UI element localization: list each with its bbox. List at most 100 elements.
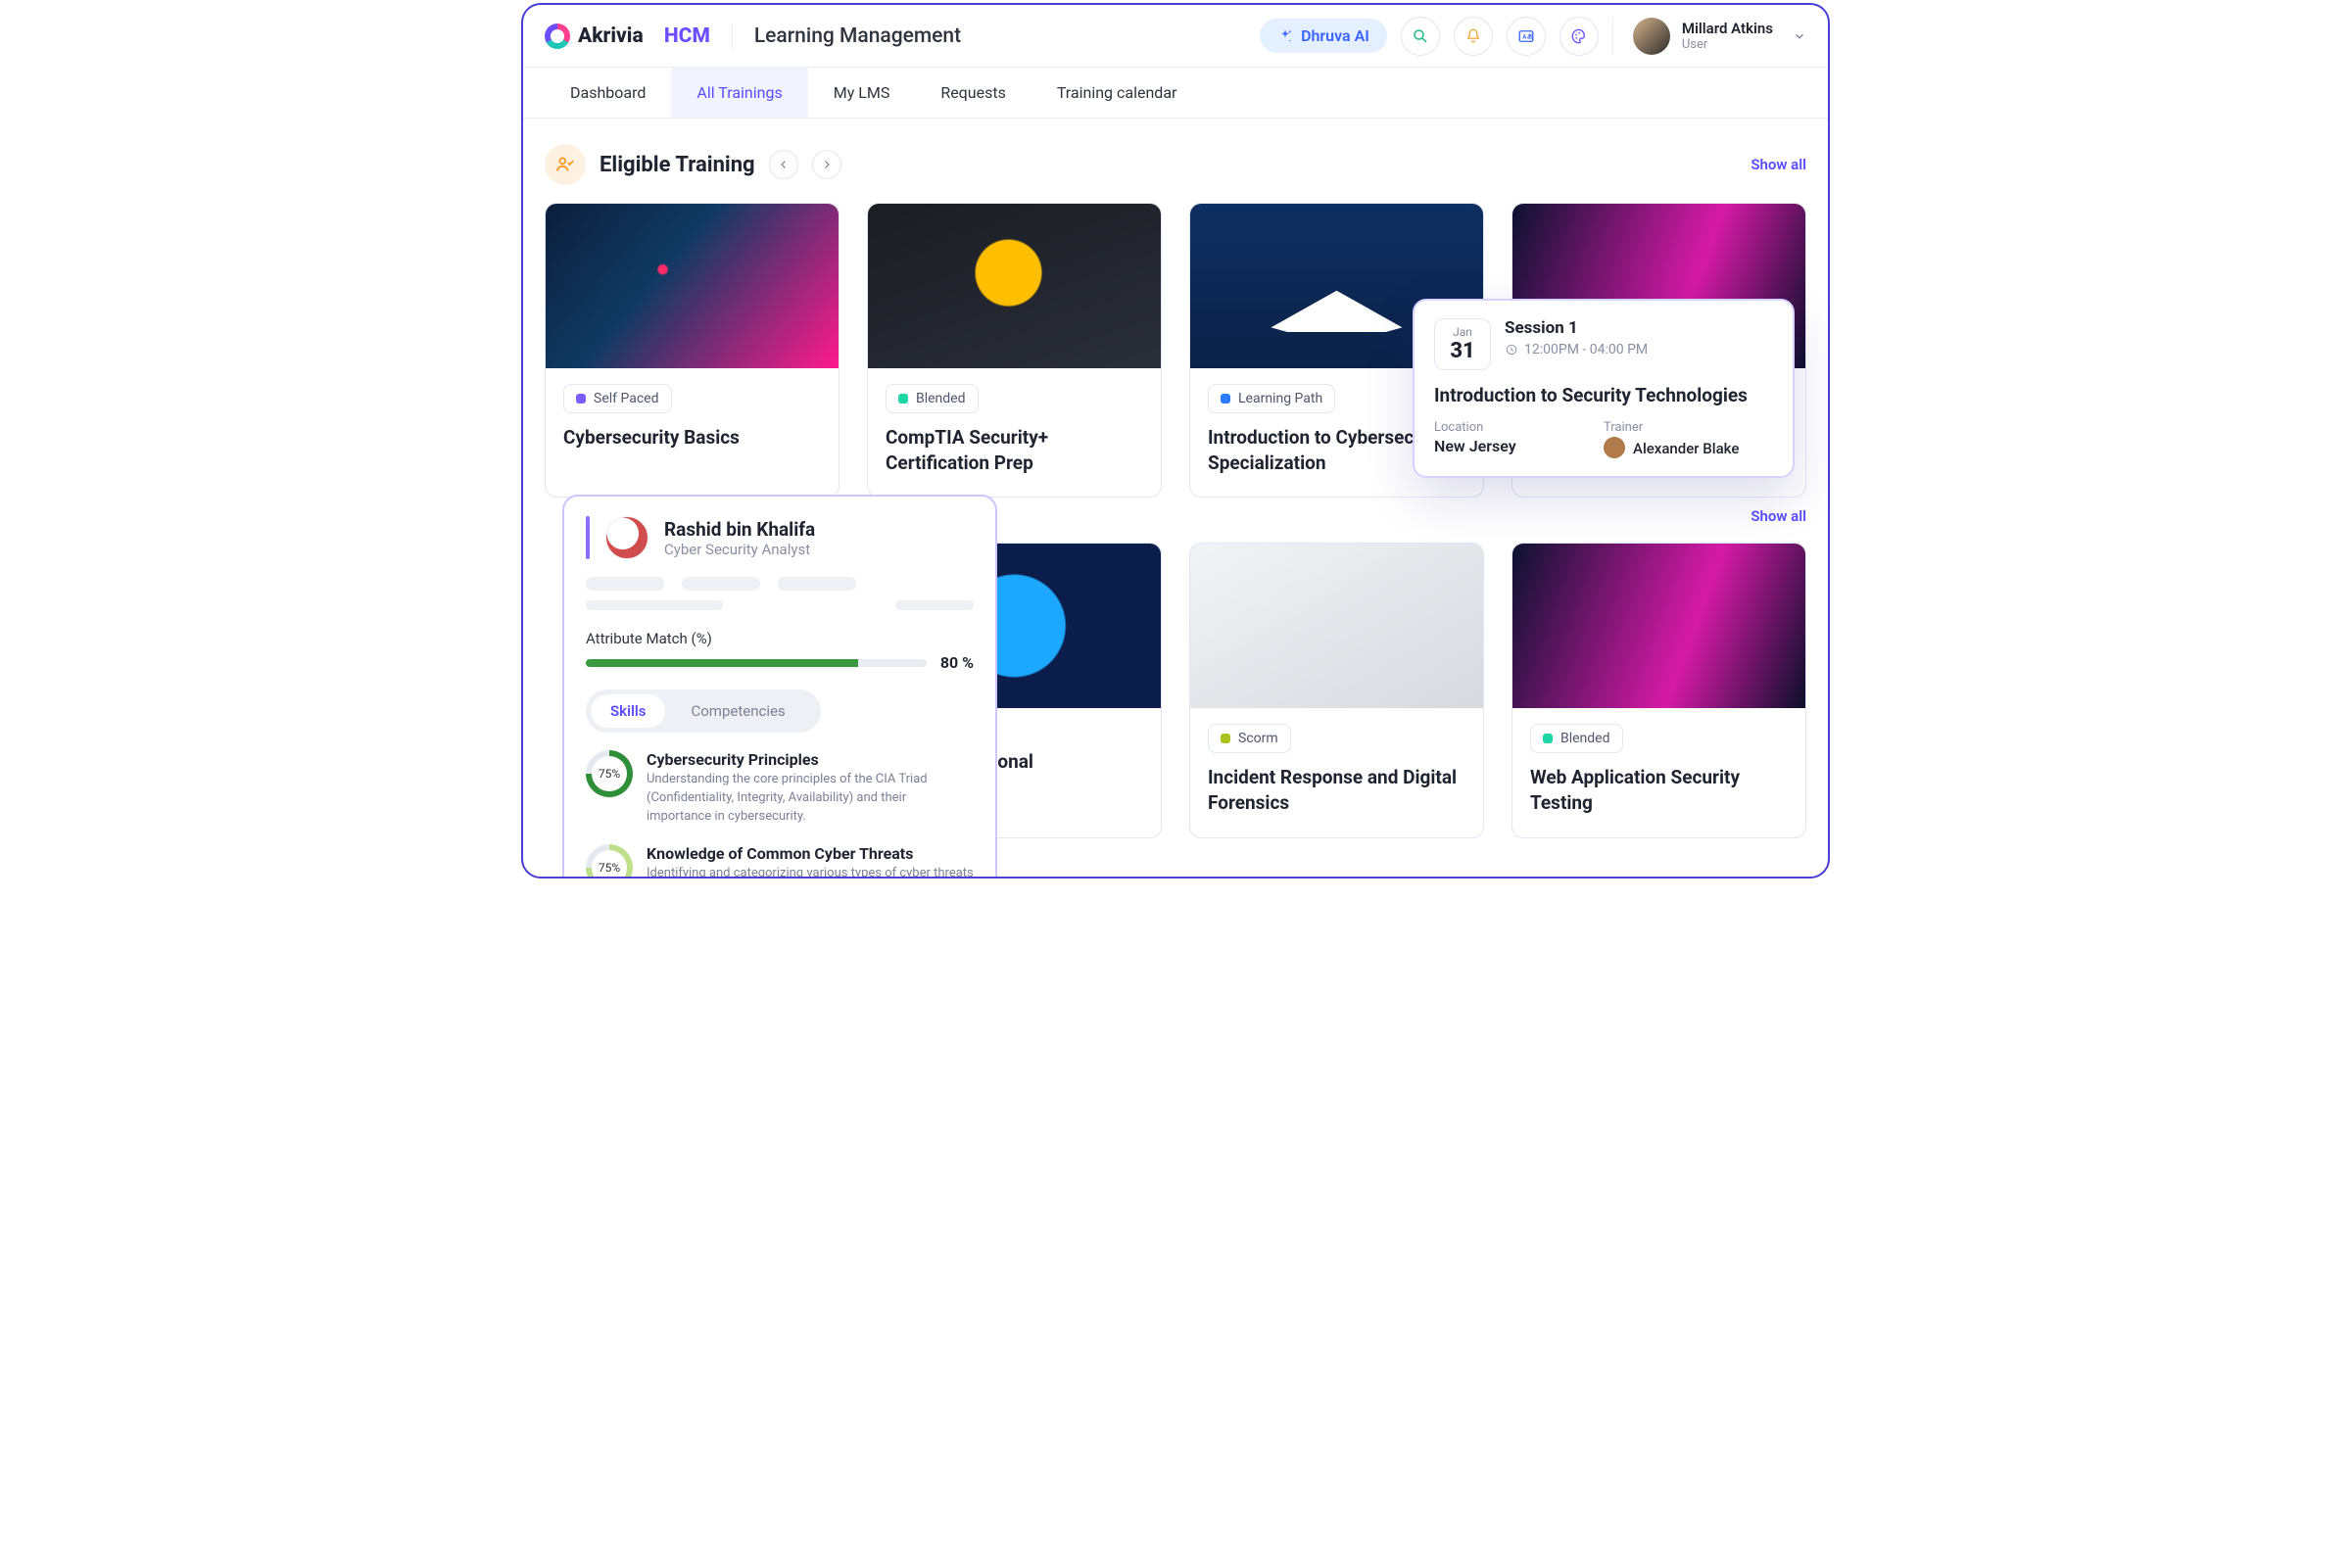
user-menu[interactable]: Millard Atkins User [1612,18,1806,55]
card-title: Incident Response and Digital Forensics [1208,765,1465,815]
dot-icon [1221,394,1230,404]
dot-icon [1221,734,1230,743]
chevron-down-icon [1793,29,1806,43]
notifications-button[interactable] [1454,17,1493,56]
card-title: CompTIA Security+ Certification Prep [886,425,1143,475]
tab-training-calendar[interactable]: Training calendar [1032,68,1203,118]
brand-text-2: HCM [664,24,710,48]
session-time: 12:00PM - 04:00 PM [1505,342,1648,357]
brand-text-1: Akrivia [578,24,644,48]
tab-requests[interactable]: Requests [915,68,1032,118]
training-card[interactable]: Blended CompTIA Security+ Certification … [867,203,1162,498]
card-thumbnail [1512,544,1805,708]
badge-label: Blended [1560,731,1610,746]
card-thumbnail [546,204,839,368]
skill-description: Understanding the core principles of the… [647,771,974,827]
translate-button[interactable]: Aあ [1507,17,1546,56]
training-card[interactable]: Scorm Incident Response and Digital Fore… [1189,543,1484,837]
user-check-icon [545,144,586,185]
location-label: Location [1434,420,1604,435]
training-card[interactable]: Self Paced Cybersecurity Basics [545,203,840,498]
show-all-link[interactable]: Show all [1751,507,1806,525]
segment-skills[interactable]: Skills [591,694,665,728]
skill-percent: 75% [592,756,627,791]
skill-progress-ring: 75% [586,844,633,879]
session-popover: Jan 31 Session 1 12:00PM - 04:00 PM Intr… [1413,299,1795,478]
profile-name: Rashid bin Khalifa [664,518,815,541]
type-badge: Self Paced [563,384,672,413]
card-thumbnail [1190,544,1483,708]
tab-all-trainings[interactable]: All Trainings [671,68,807,118]
skill-item: 75% Knowledge of Common Cyber Threats Id… [586,844,974,879]
location-value: New Jersey [1434,437,1604,455]
show-all-link[interactable]: Show all [1751,156,1806,173]
session-title: Introduction to Security Technologies [1434,384,1773,406]
carousel-next[interactable] [812,150,841,179]
badge-label: Scorm [1238,731,1278,746]
user-role: User [1682,37,1773,52]
logo-icon [545,24,570,49]
profile-role: Cyber Security Analyst [664,541,815,558]
bell-icon [1464,27,1482,45]
chevron-right-icon [821,159,833,170]
date-day: 31 [1435,339,1490,363]
topbar: Akrivia HCM Learning Management Dhruva A… [523,5,1828,68]
page-title: Learning Management [754,24,961,48]
eligible-training-header: Eligible Training Show all [523,119,1828,203]
skills-competencies-segment: Skills Competencies [586,689,821,733]
tab-dashboard[interactable]: Dashboard [545,68,671,118]
chevron-left-icon [778,159,790,170]
type-badge: Blended [1530,724,1623,753]
attribute-percent: 80 % [940,653,974,672]
theme-button[interactable] [1559,17,1599,56]
trainer-label: Trainer [1604,420,1773,435]
profile-popover: Rashid bin Khalifa Cyber Security Analys… [562,495,997,879]
ai-label: Dhruva AI [1301,26,1369,45]
segment-competencies[interactable]: Competencies [671,694,804,728]
user-name: Millard Atkins [1682,20,1773,37]
card-title: Web Application Security Testing [1530,765,1788,815]
lms-tabs: Dashboard All Trainings My LMS Requests … [523,68,1828,119]
card-title: Cybersecurity Basics [563,425,821,451]
badge-label: Learning Path [1238,391,1322,406]
dot-icon [1543,734,1553,743]
badge-label: Self Paced [594,391,659,406]
skill-title: Knowledge of Common Cyber Threats [647,844,974,863]
carousel-prev[interactable] [769,150,798,179]
dot-icon [898,394,908,404]
avatar [1633,18,1670,55]
palette-icon [1570,27,1588,45]
card-thumbnail [868,204,1161,368]
skill-title: Cybersecurity Principles [647,750,974,769]
date-chip: Jan 31 [1434,318,1491,370]
badge-label: Blended [916,391,966,406]
tab-my-lms[interactable]: My LMS [808,68,916,118]
search-button[interactable] [1401,17,1440,56]
attribute-progress [586,659,927,667]
section-title: Eligible Training [600,153,755,177]
skill-description: Identifying and categorizing various typ… [647,865,974,879]
skeleton-loader [586,600,974,610]
session-time-text: 12:00PM - 04:00 PM [1524,342,1648,357]
skill-percent: 75% [592,850,627,879]
brand-logo[interactable]: Akrivia HCM [545,24,733,49]
svg-text:あ: あ [1527,32,1533,40]
trainer-name: Alexander Blake [1633,440,1739,457]
skeleton-loader [586,577,974,591]
type-badge: Scorm [1208,724,1291,753]
session-name: Session 1 [1505,318,1648,338]
sparkle-icon [1277,28,1293,44]
search-icon [1412,27,1429,45]
type-badge: Learning Path [1208,384,1335,413]
training-card[interactable]: Blended Web Application Security Testing [1511,543,1806,837]
skill-progress-ring: 75% [586,750,633,797]
trainer-avatar [1604,437,1625,458]
profile-avatar [605,516,648,559]
skill-item: 75% Cybersecurity Principles Understandi… [586,750,974,827]
attribute-match-label: Attribute Match (%) [586,630,974,647]
dot-icon [576,394,586,404]
translate-icon: Aあ [1517,27,1535,45]
date-month: Jan [1435,325,1490,339]
type-badge: Blended [886,384,979,413]
ai-assistant-button[interactable]: Dhruva AI [1260,19,1387,53]
